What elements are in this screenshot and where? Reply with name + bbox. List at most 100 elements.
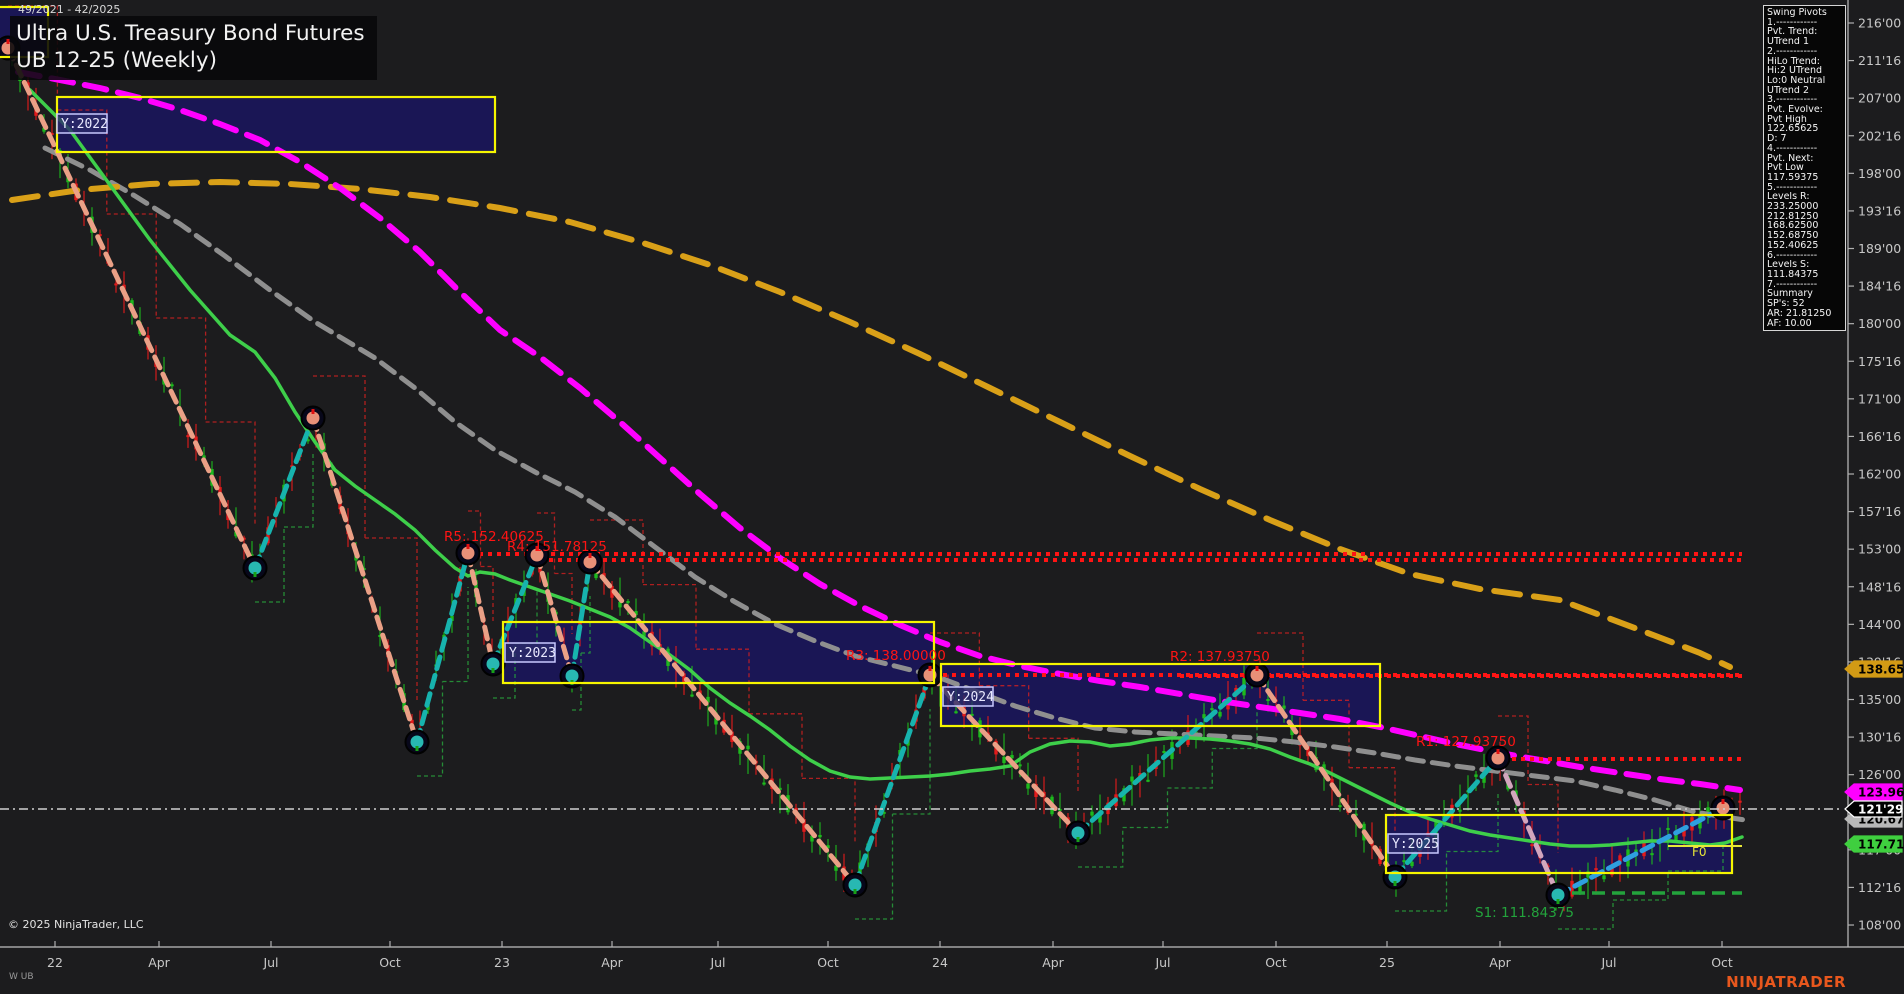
date-range-label: 49/2021 - 42/2025 — [18, 3, 120, 16]
candle-up — [1002, 757, 1005, 763]
x-tick-label: Jul — [1600, 955, 1616, 970]
panel-line: 4.------------ — [1767, 144, 1845, 154]
panel-line: Pvt. Next: — [1767, 154, 1845, 164]
green-ma-tag-text: 117.71719 — [1858, 838, 1904, 852]
year-box-fill — [57, 97, 495, 152]
year-box-label: Y:2022 — [61, 117, 108, 132]
pivot-tick — [312, 409, 315, 414]
y-tick-label: 198'00 — [1858, 166, 1901, 181]
pivot-tick — [1256, 666, 1259, 671]
panel-line: 111.84375 — [1767, 270, 1845, 280]
y-tick-label: 189'00 — [1858, 241, 1901, 256]
panel-line: 3.------------ — [1767, 95, 1845, 105]
panel-line: 168.62500 — [1767, 221, 1845, 231]
candle-down — [186, 435, 189, 437]
x-tick-label: Jul — [262, 955, 278, 970]
x-tick-label: Apr — [1489, 955, 1511, 970]
panel-line: 212.81250 — [1767, 212, 1845, 222]
panel-line: Pvt High — [1767, 115, 1845, 125]
y-tick-label: 175'16 — [1858, 354, 1901, 369]
candle-up — [1666, 828, 1669, 830]
y-tick-label: 166'16 — [1858, 429, 1901, 444]
y-tick-label: 112'16 — [1858, 880, 1901, 895]
panel-line: 1.------------ — [1767, 18, 1845, 28]
panel-line: HiLo Trend: — [1767, 57, 1845, 67]
candle-up — [1026, 784, 1029, 789]
panel-line: 117.59375 — [1767, 173, 1845, 183]
candle-up — [1266, 699, 1269, 701]
panel-line: 233.25000 — [1767, 202, 1845, 212]
panel-line: 152.40625 — [1767, 241, 1845, 251]
panel-line: Levels R: — [1767, 192, 1845, 202]
y-tick-label: 211'16 — [1858, 53, 1901, 68]
pivot-tick — [254, 572, 257, 577]
candle-up — [1474, 774, 1477, 777]
resistance-label-R4: R4: 151.78125 — [507, 539, 607, 555]
panel-line: Levels S: — [1767, 260, 1845, 270]
panel-line: Pvt. Trend: — [1767, 27, 1845, 37]
candle-down — [1594, 868, 1597, 870]
x-tick-label: Apr — [1042, 955, 1064, 970]
pivot-tick — [492, 668, 495, 673]
panel-line: 6.------------ — [1767, 251, 1845, 261]
support-label-S1: S1: 111.84375 — [1475, 905, 1574, 921]
year-box-label: Y:2023 — [509, 646, 556, 661]
panel-line: UTrend 1 — [1767, 37, 1845, 47]
candle-up — [1218, 712, 1221, 717]
pivot-tick — [1394, 881, 1397, 886]
candle-up — [762, 783, 765, 785]
chart-title: Ultra U.S. Treasury Bond Futures UB 12-2… — [10, 16, 377, 80]
x-tick-label: Oct — [379, 955, 401, 970]
x-tick-label: Apr — [148, 955, 170, 970]
x-tick-label: Oct — [1265, 955, 1287, 970]
swing-pivots-panel: Swing Pivots1.------------Pvt. Trend:UTr… — [1763, 5, 1846, 331]
last-price-tag-text: 121'29 — [1858, 803, 1903, 817]
year-box-label: Y:2024 — [947, 690, 994, 705]
chart-title-line2: UB 12-25 (Weekly) — [16, 47, 365, 74]
price-chart-canvas[interactable]: Y:2022Y:2023Y:2024Y:2025F0R5: 152.40625R… — [0, 0, 1904, 994]
candle-up — [818, 835, 821, 837]
candle-up — [1146, 780, 1149, 782]
pivot-tick — [1722, 799, 1725, 804]
candle-up — [1602, 875, 1605, 879]
magenta-ma-tag-text: 123.96563 — [1858, 786, 1904, 800]
x-tick-label: Jul — [709, 955, 725, 970]
pivot-tick — [1077, 837, 1080, 842]
candle-up — [1458, 810, 1461, 812]
resistance-label-R1: R1: 127.93750 — [1416, 734, 1516, 750]
fib-label-F0: F0 — [1692, 845, 1707, 859]
y-tick-label: 171'00 — [1858, 391, 1901, 406]
candle-up — [1162, 751, 1165, 753]
x-tick-label: Oct — [817, 955, 839, 970]
panel-line: Pvt. Evolve: — [1767, 105, 1845, 115]
y-tick-label: 144'00 — [1858, 617, 1901, 632]
y-tick-label: 162'00 — [1858, 467, 1901, 482]
y-tick-label: 157'16 — [1858, 504, 1901, 519]
y-tick-label: 153'00 — [1858, 542, 1901, 557]
candle-up — [746, 746, 749, 749]
panel-line: 122.65625 — [1767, 124, 1845, 134]
candle-up — [1210, 708, 1213, 710]
candle-up — [1130, 777, 1133, 782]
candle-down — [1738, 801, 1741, 803]
panel-line: UTrend 2 — [1767, 86, 1845, 96]
y-tick-label: 135'00 — [1858, 692, 1901, 707]
y-tick-label: 193'16 — [1858, 203, 1901, 218]
panel-line: SP's: 52 — [1767, 299, 1845, 309]
panel-line: Lo:0 Neutral — [1767, 76, 1845, 86]
panel-line: AF: 10.00 — [1767, 319, 1845, 329]
symbol-watermark: W UB — [9, 972, 34, 982]
resistance-label-R3: R3: 138.00000 — [846, 648, 946, 664]
candle-up — [1018, 764, 1021, 766]
y-tick-label: 202'16 — [1858, 128, 1901, 143]
candle-up — [954, 711, 957, 713]
copyright-text: © 2025 NinjaTrader, LLC — [8, 918, 144, 931]
panel-line: Summary — [1767, 289, 1845, 299]
x-tick-label: 23 — [494, 955, 510, 970]
pivot-tick — [854, 889, 857, 894]
panel-line: 5.------------ — [1767, 183, 1845, 193]
y-tick-label: 216'00 — [1858, 16, 1901, 31]
candle-up — [690, 695, 693, 697]
pivot-tick — [929, 666, 932, 671]
orange-ma-tag-text: 138.65625 — [1858, 663, 1904, 677]
